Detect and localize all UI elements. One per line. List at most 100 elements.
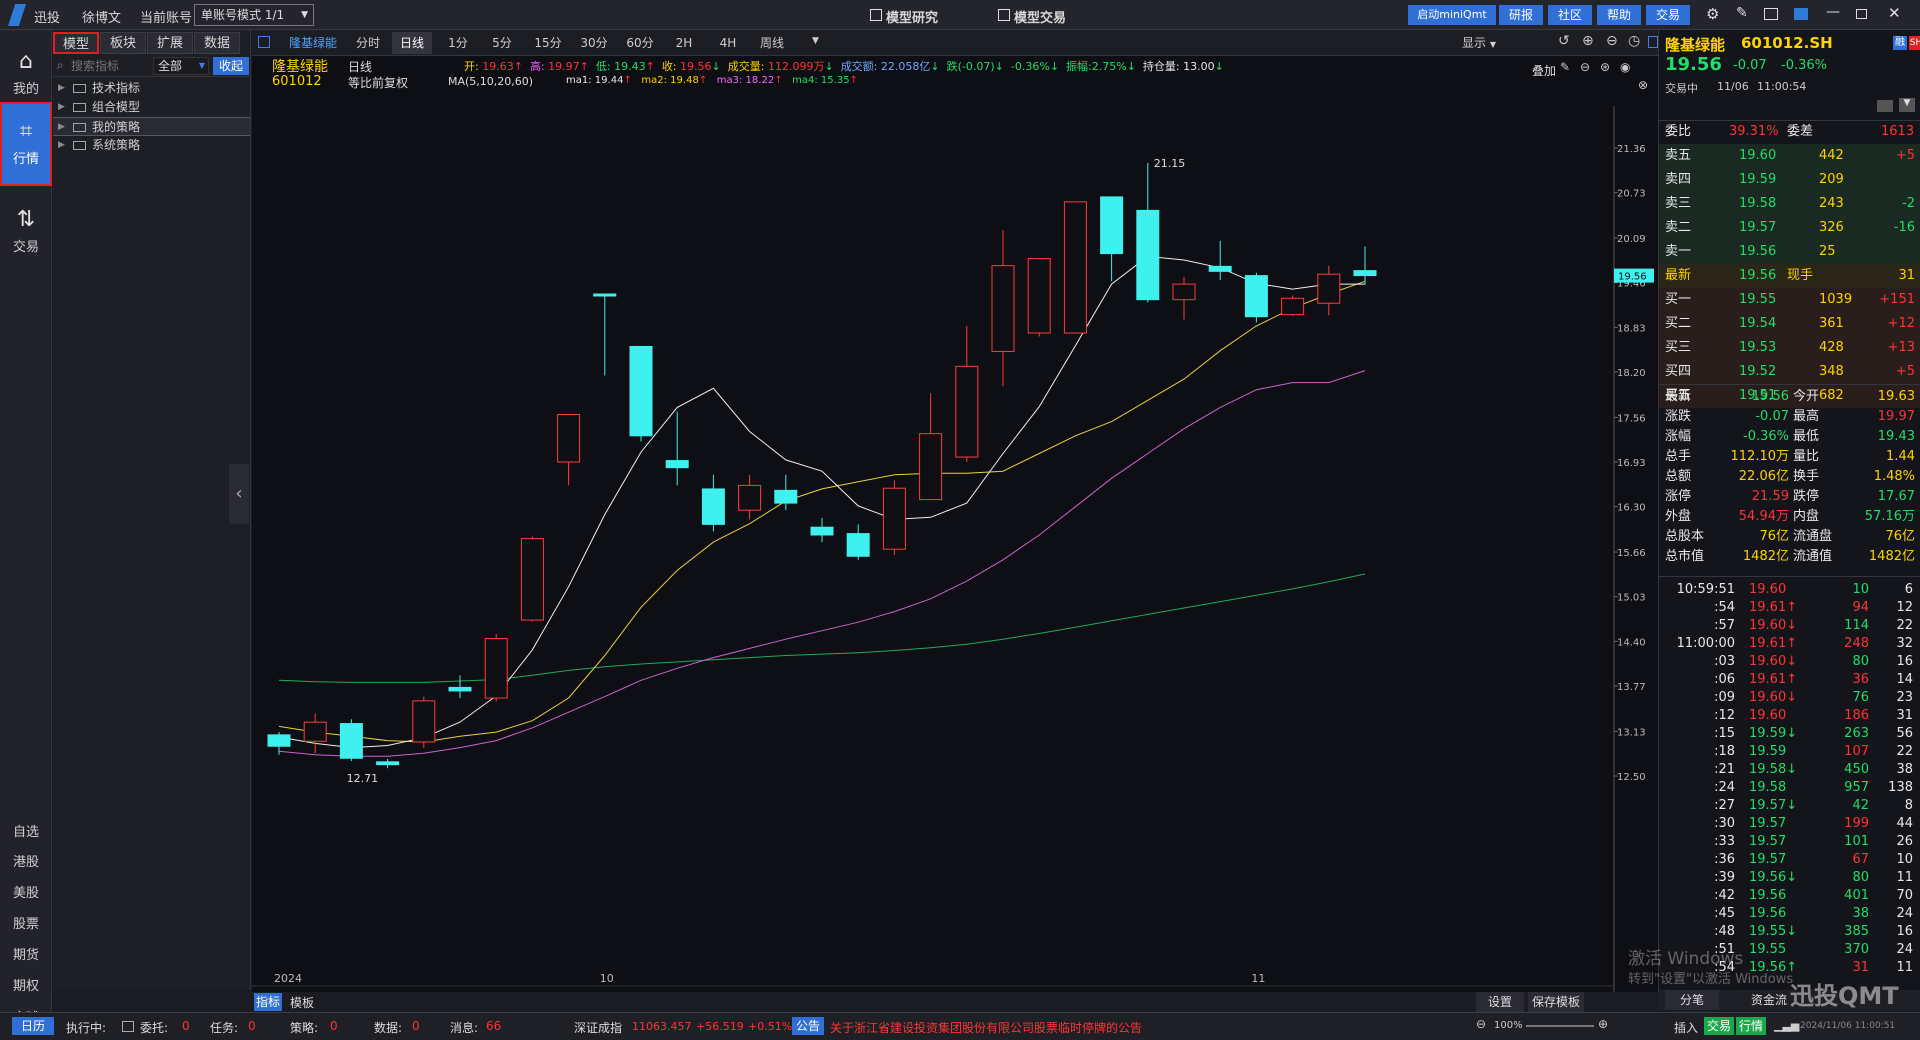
nav-stocks[interactable]: 股票 (0, 910, 52, 940)
trade-top-button[interactable]: 交易 (1646, 5, 1690, 25)
zoom-slider[interactable] (1526, 1025, 1594, 1027)
tick-volume: 94 (1852, 600, 1869, 615)
tab-intraday[interactable]: 分时 (348, 32, 388, 54)
tick-price: 19.61↑ (1749, 600, 1798, 615)
minimize-icon[interactable]: — (1826, 4, 1840, 20)
left-navigation: ⌂我的 ⌗行情 ⇅交易 自选 港股 美股 股票 期货 期权 全球 (0, 30, 52, 1040)
tab-extension[interactable]: 扩展 (147, 32, 193, 54)
candle-down (846, 533, 870, 557)
tab-data[interactable]: 数据 (194, 32, 240, 54)
tick-volume: 10 (1852, 582, 1869, 597)
tick-price: 19.58 (1749, 780, 1787, 795)
ask-row[interactable]: 卖一 19.56 25 (1659, 240, 1920, 264)
shirt-icon[interactable] (1794, 8, 1808, 20)
indicator-subbar: 指标 模板 设置 保存模板 (252, 992, 1658, 1012)
close-icon[interactable]: ✕ (1888, 4, 1901, 22)
sidebar-toggle-icon[interactable] (1648, 36, 1658, 48)
zoom-in-icon[interactable]: ⊕ (1598, 1017, 1608, 1031)
menu-model-research[interactable]: 模型研究 (886, 7, 938, 26)
tab-15min[interactable]: 15分 (526, 32, 570, 54)
candle-down (448, 686, 472, 692)
tick-count: 11 (1896, 960, 1913, 975)
ask-row[interactable]: 卖三 19.58 243 -2 (1659, 192, 1920, 216)
ask-row[interactable]: 卖五 19.60 442 +5 (1659, 144, 1920, 168)
help-button[interactable]: 帮助 (1597, 5, 1641, 25)
settings-button[interactable]: 设置 (1476, 992, 1524, 1012)
zoom-in-icon[interactable]: ⊕ (1582, 33, 1594, 49)
start-miniqmt-button[interactable]: 启动miniQmt (1408, 5, 1496, 25)
calendar-button[interactable]: 日历 (12, 1017, 54, 1035)
card-icon[interactable] (1877, 100, 1893, 112)
tab-stock[interactable]: 隆基绿能 (282, 32, 344, 54)
zoom-out-icon[interactable]: ⊖ (1476, 1017, 1486, 1031)
candle-up (1172, 283, 1196, 301)
tab-5min[interactable]: 5分 (482, 32, 522, 54)
gear-icon[interactable]: ⚙ (1706, 5, 1719, 23)
tab-template[interactable]: 模板 (290, 994, 314, 1011)
index-name[interactable]: 深证成指 (574, 1019, 622, 1036)
clock-icon[interactable]: ◷ (1628, 33, 1640, 49)
nav-watchlist[interactable]: 自选 (0, 818, 52, 848)
tab-daily[interactable]: 日线 (392, 32, 432, 54)
insert-label[interactable]: 插入 (1674, 1019, 1698, 1036)
undo-icon[interactable]: ↺ (1558, 33, 1570, 49)
panel-toggle-icon[interactable] (258, 36, 270, 48)
tree-item-system-strategy[interactable]: ▶ 系统策略 (53, 136, 250, 155)
tab-60min[interactable]: 60分 (618, 32, 662, 54)
bid-row[interactable]: 买四 19.52 348 +5 (1659, 360, 1920, 384)
chevron-down-icon[interactable]: ▼ (812, 36, 819, 46)
menu-model-trade[interactable]: 模型交易 (1014, 7, 1066, 26)
restore-icon[interactable] (1856, 9, 1867, 19)
collapse-button[interactable]: 收起 (213, 57, 249, 75)
nav-quote[interactable]: ⌗ 行情 (0, 102, 52, 186)
tick-price: 19.60 (1749, 582, 1787, 597)
bid-row[interactable]: 买三 19.53 428 +13 (1659, 336, 1920, 360)
report-button[interactable]: 研报 (1499, 5, 1543, 25)
tab-weekly[interactable]: 周线 (752, 32, 792, 54)
tab-2h[interactable]: 2H (664, 32, 704, 54)
community-button[interactable]: 社区 (1548, 5, 1592, 25)
tab-4h[interactable]: 4H (708, 32, 748, 54)
candle-down (1136, 209, 1160, 301)
display-menu[interactable]: 显示 ▼ (1452, 32, 1506, 54)
y-tick-label: 21.36 (1617, 144, 1646, 155)
zoom-out-icon[interactable]: ⊖ (1606, 33, 1618, 49)
message-count[interactable]: 66 (486, 1019, 501, 1033)
filter-select[interactable]: 全部 ▼ (153, 57, 209, 75)
user-name[interactable]: 徐博文 (82, 7, 121, 26)
nav-options[interactable]: 期权 (0, 972, 52, 1002)
quote-tag[interactable]: 行情 (1736, 1017, 1766, 1035)
tab-ticks[interactable]: 分笔 (1665, 990, 1719, 1010)
edit-icon[interactable]: ✎ (1736, 5, 1748, 21)
bid-row[interactable]: 买一 19.55 1039 +151 (1659, 288, 1920, 312)
tree-item-my-strategy[interactable]: ▶ 我的策略 (53, 117, 250, 136)
stat-value: 19.56 (1751, 389, 1789, 404)
ask-row[interactable]: 卖四 19.59 209 (1659, 168, 1920, 192)
tab-indicator[interactable]: 指标 (254, 993, 282, 1011)
candlestick-chart[interactable]: 21.3620.7320.0919.4618.8318.2017.5616.93… (252, 56, 1658, 992)
nav-trade[interactable]: ⇅ 交易 (0, 198, 52, 270)
tab-sector[interactable]: 板块 (100, 32, 146, 54)
nav-futures[interactable]: 期货 (0, 941, 52, 971)
search-input[interactable] (71, 57, 155, 75)
trade-tag[interactable]: 交易 (1704, 1017, 1734, 1035)
chevron-down-icon[interactable]: ▼ (1899, 98, 1915, 112)
tab-1min[interactable]: 1分 (438, 32, 478, 54)
save-template-button[interactable]: 保存模板 (1528, 992, 1584, 1012)
layout-icon[interactable] (1764, 8, 1778, 20)
tree-item-technical[interactable]: ▶ 技术指标 (53, 79, 250, 98)
account-mode-select[interactable]: 单账号模式 1/1 ▼ (194, 4, 314, 26)
tick-time: :15 (1714, 726, 1735, 741)
panel-collapse-handle[interactable]: ‹ (229, 464, 249, 524)
ask-row[interactable]: 卖二 19.57 326 -16 (1659, 216, 1920, 240)
notice-text[interactable]: 关于浙江省建设投资集团股份有限公司股票临时停牌的公告 (830, 1019, 1142, 1036)
tree-item-portfolio[interactable]: ▶ 组合模型 (53, 98, 250, 117)
bid-row[interactable]: 买二 19.54 361 +12 (1659, 312, 1920, 336)
tab-30min[interactable]: 30分 (572, 32, 616, 54)
tab-model[interactable]: 模型 (53, 32, 99, 54)
nav-us[interactable]: 美股 (0, 879, 52, 909)
stat-row: 总手 112.10万 量比 1.44 (1659, 447, 1920, 467)
chevron-down-icon: ▼ (1489, 40, 1496, 49)
folder-icon (73, 123, 86, 132)
nav-hk[interactable]: 港股 (0, 848, 52, 878)
